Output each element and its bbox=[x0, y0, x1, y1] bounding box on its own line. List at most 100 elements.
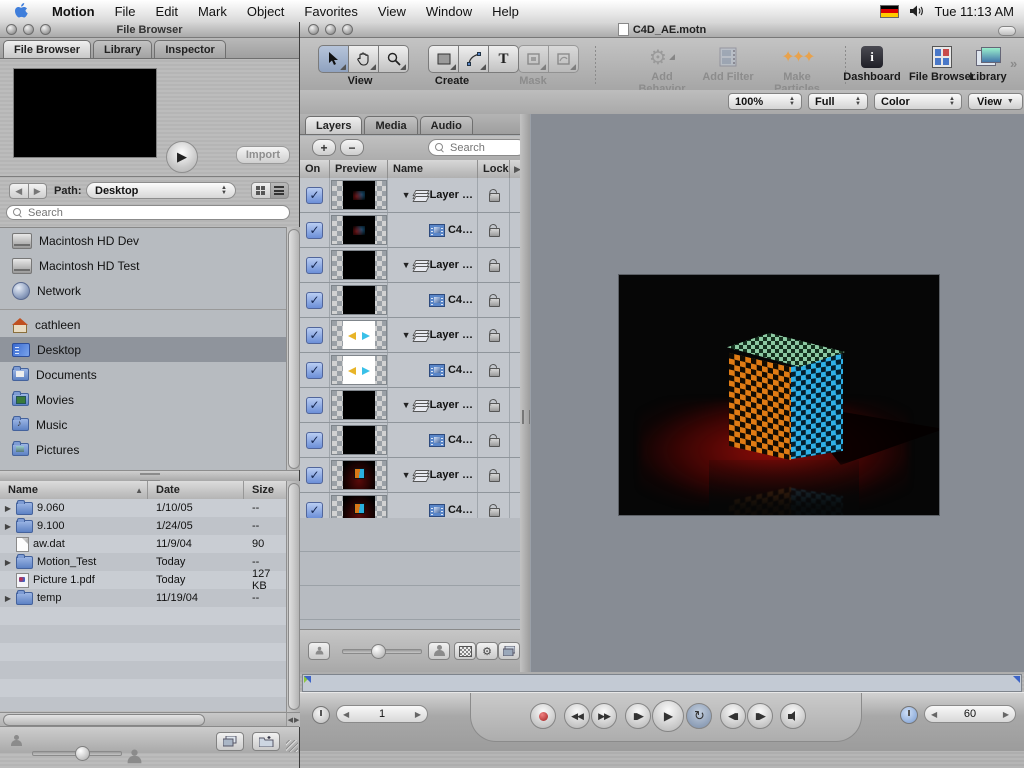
decrement-arrow-icon[interactable]: ◀ bbox=[931, 710, 937, 719]
lock-open-icon[interactable] bbox=[488, 224, 499, 237]
lock-open-icon[interactable] bbox=[488, 364, 499, 377]
layer-row[interactable]: ✓ ▼Layer … bbox=[300, 458, 520, 493]
scrollbar-arrows[interactable]: ◀▶ bbox=[286, 712, 300, 727]
column-name[interactable]: Name▲ bbox=[0, 481, 148, 499]
layer-enabled-checkbox[interactable]: ✓ bbox=[306, 467, 323, 484]
menu-favorites[interactable]: Favorites bbox=[294, 0, 367, 22]
place-music[interactable]: Music bbox=[0, 412, 286, 437]
panel-canvas-splitter[interactable] bbox=[520, 114, 530, 672]
select-tool-button[interactable] bbox=[318, 45, 349, 73]
duration-clock-icon[interactable] bbox=[900, 706, 918, 724]
bezier-mask-tool-button[interactable] bbox=[549, 45, 579, 73]
tab-library[interactable]: Library bbox=[93, 40, 152, 58]
record-button[interactable] bbox=[530, 703, 556, 729]
add-behavior-button[interactable]: ⚙ Add Behavior bbox=[632, 43, 692, 95]
lock-open-icon[interactable] bbox=[488, 189, 499, 202]
layer-row[interactable]: ✓ ▼Layer … bbox=[300, 388, 520, 423]
checkered-cube[interactable] bbox=[619, 275, 939, 515]
toggle-behaviors-button[interactable]: ⚙ bbox=[476, 642, 498, 660]
horizontal-scrollbar[interactable] bbox=[0, 712, 286, 727]
layer-row[interactable]: ✓ C4… bbox=[300, 213, 520, 248]
add-filter-button[interactable]: Add Filter bbox=[698, 43, 758, 83]
place-movies[interactable]: Movies bbox=[0, 387, 286, 412]
file-row[interactable]: ▶9.100 1/24/05-- bbox=[0, 517, 286, 535]
tab-media[interactable]: Media bbox=[364, 116, 417, 134]
project-titlebar[interactable]: C4D_AE.motn bbox=[300, 22, 1024, 38]
layer-row[interactable]: ✓ ▼Layer … bbox=[300, 248, 520, 283]
file-row[interactable]: ▶temp 11/19/04-- bbox=[0, 589, 286, 607]
small-thumb-button[interactable] bbox=[308, 642, 330, 660]
column-size[interactable]: Size bbox=[244, 481, 286, 499]
play-button[interactable]: ▶ bbox=[652, 700, 684, 732]
lock-open-icon[interactable] bbox=[488, 259, 499, 272]
lock-open-icon[interactable] bbox=[488, 399, 499, 412]
large-thumb-button[interactable] bbox=[428, 642, 450, 660]
disclosure-open-icon[interactable]: ▼ bbox=[402, 400, 411, 410]
play-range-start-marker[interactable] bbox=[304, 676, 311, 683]
place-macintosh-hd-test[interactable]: Macintosh HD Test bbox=[0, 253, 286, 278]
back-button[interactable]: ◀ bbox=[9, 183, 28, 199]
icon-size-slider[interactable] bbox=[32, 751, 122, 756]
thumb-size-slider[interactable] bbox=[342, 649, 422, 654]
icon-view-button[interactable] bbox=[251, 182, 270, 199]
apple-menu[interactable] bbox=[0, 0, 42, 22]
lock-open-icon[interactable] bbox=[488, 434, 499, 447]
mini-timeline[interactable] bbox=[302, 674, 1022, 692]
play-from-start-button[interactable]: ▮▶ bbox=[625, 703, 651, 729]
column-date[interactable]: Date bbox=[148, 481, 244, 499]
dashboard-button[interactable]: i Dashboard bbox=[840, 43, 904, 83]
volume-icon[interactable] bbox=[909, 4, 925, 18]
copy-to-project-button[interactable] bbox=[216, 732, 244, 751]
zoom-level-popup[interactable]: 100%▲▼ bbox=[728, 93, 802, 110]
layer-row[interactable]: ✓ C4… bbox=[300, 283, 520, 318]
layer-enabled-checkbox[interactable]: ✓ bbox=[306, 187, 323, 204]
column-name[interactable]: Name bbox=[388, 160, 478, 178]
layer-row[interactable]: ✓ C4… bbox=[300, 353, 520, 388]
step-forward-button[interactable]: ▮▶ bbox=[747, 703, 773, 729]
file-row[interactable]: aw.dat 11/9/0490 bbox=[0, 535, 286, 553]
menu-clock[interactable]: Tue 11:13 AM bbox=[935, 4, 1015, 19]
file-browser-titlebar[interactable]: File Browser bbox=[0, 22, 299, 38]
column-preview[interactable]: Preview bbox=[330, 160, 388, 178]
pan-tool-button[interactable] bbox=[349, 45, 379, 73]
remove-layer-button[interactable]: − bbox=[340, 139, 364, 156]
place-desktop[interactable]: Desktop bbox=[0, 337, 286, 362]
loop-playback-button[interactable]: ↻ bbox=[686, 703, 712, 729]
tab-layers[interactable]: Layers bbox=[305, 116, 362, 134]
path-popup[interactable]: Desktop ▲▼ bbox=[86, 182, 236, 199]
disclosure-open-icon[interactable]: ▼ bbox=[402, 190, 411, 200]
rect-mask-tool-button[interactable] bbox=[518, 45, 549, 73]
keyboard-layout-flag-icon[interactable] bbox=[880, 5, 899, 18]
disclosure-triangle-icon[interactable]: ▶ bbox=[4, 594, 12, 603]
rectangle-tool-button[interactable] bbox=[428, 45, 459, 73]
menu-help[interactable]: Help bbox=[482, 0, 529, 22]
layer-enabled-checkbox[interactable]: ✓ bbox=[306, 432, 323, 449]
go-to-end-button[interactable]: ▶▶ bbox=[591, 703, 617, 729]
file-list-scrollbar[interactable] bbox=[286, 481, 300, 712]
view-menu-button[interactable]: View▼ bbox=[968, 93, 1023, 110]
disclosure-open-icon[interactable]: ▼ bbox=[402, 470, 411, 480]
slider-knob[interactable] bbox=[75, 746, 90, 761]
file-row[interactable]: ▶9.060 1/10/05-- bbox=[0, 499, 286, 517]
channel-popup[interactable]: Color▲▼ bbox=[874, 93, 962, 110]
current-frame-stepper[interactable]: ◀ 1 ▶ bbox=[336, 705, 428, 723]
lock-open-icon[interactable] bbox=[488, 294, 499, 307]
layer-enabled-checkbox[interactable]: ✓ bbox=[306, 327, 323, 344]
more-columns-chevron-icon[interactable]: ▶ bbox=[510, 160, 520, 178]
increment-arrow-icon[interactable]: ▶ bbox=[1003, 710, 1009, 719]
toolbar-collapse-button[interactable] bbox=[998, 26, 1016, 36]
new-folder-button[interactable] bbox=[252, 732, 280, 751]
layer-search-input[interactable] bbox=[448, 141, 519, 155]
project-canvas[interactable] bbox=[619, 275, 939, 515]
layer-enabled-checkbox[interactable]: ✓ bbox=[306, 502, 323, 519]
forward-button[interactable]: ▶ bbox=[28, 183, 48, 199]
increment-arrow-icon[interactable]: ▶ bbox=[415, 710, 421, 719]
places-scrollbar[interactable] bbox=[286, 227, 300, 470]
layer-enabled-checkbox[interactable]: ✓ bbox=[306, 257, 323, 274]
place-documents[interactable]: Documents bbox=[0, 362, 286, 387]
canvas-area[interactable] bbox=[530, 114, 1024, 672]
column-lock[interactable]: Lock bbox=[478, 160, 510, 178]
disclosure-triangle-icon[interactable]: ▶ bbox=[4, 522, 12, 531]
lock-open-icon[interactable] bbox=[488, 504, 499, 517]
menu-file[interactable]: File bbox=[105, 0, 146, 22]
